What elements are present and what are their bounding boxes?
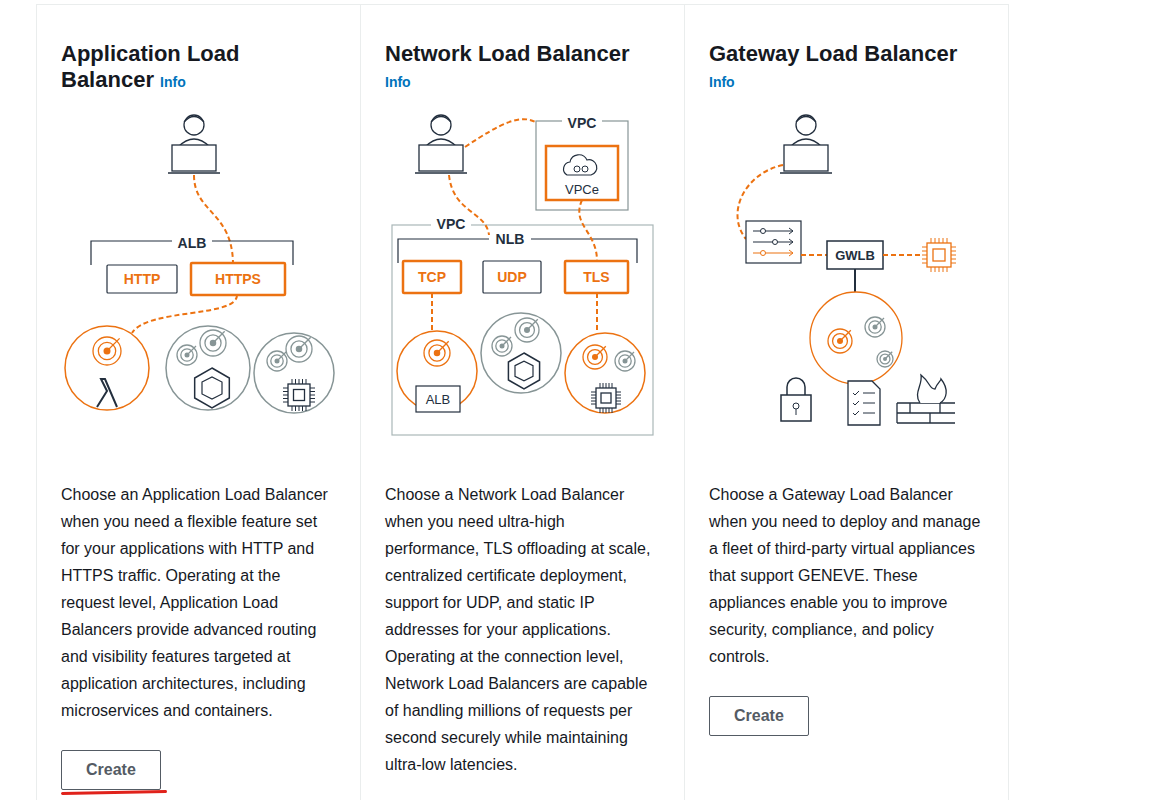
page: Application Load Balancer Info ALB HTTP HTT…	[0, 0, 1152, 800]
target-icon	[177, 345, 197, 365]
svg-text:TLS: TLS	[583, 269, 609, 285]
target-icon	[492, 336, 512, 356]
red-underline-mark	[61, 790, 167, 795]
gwlb-diagram: GWLB	[685, 103, 1009, 443]
create-button[interactable]: Create	[709, 696, 809, 736]
target-icon	[828, 329, 852, 353]
group-label: ALB	[172, 234, 212, 251]
listener-box: TCP	[403, 261, 461, 293]
user-icon	[168, 115, 220, 173]
svg-text:NLB: NLB	[496, 231, 525, 247]
target-icon	[93, 337, 121, 365]
target-icon	[865, 317, 885, 337]
svg-text:VPC: VPC	[437, 216, 466, 232]
svg-text:UDP: UDP	[497, 269, 527, 285]
target-alb-box: ALB	[416, 386, 460, 412]
nlb-diagram: VPC VPCe VPC NLB TCP UDP TLS ALB	[361, 103, 685, 443]
chip-icon	[591, 383, 621, 413]
load-balancer-card: Network Load Balancer Info VPC VPCe VPC NLB T…	[361, 5, 685, 800]
alb-diagram: ALB HTTP HTTPS	[37, 103, 361, 443]
card-description: Choose a Network Load Balancer when you …	[385, 481, 661, 778]
card-row: Application Load Balancer Info ALB HTTP HTT…	[36, 4, 1009, 800]
listener-box: TLS	[565, 261, 628, 293]
listener-box: HTTPS	[191, 263, 285, 295]
target-icon	[877, 351, 893, 367]
svg-text:HTTPS: HTTPS	[215, 271, 261, 287]
gwlb-box: GWLB	[827, 241, 883, 269]
card-description: Choose an Application Load Balancer when…	[61, 481, 337, 724]
chip-icon	[922, 238, 956, 272]
target-icon	[267, 351, 287, 371]
group-label: NLB	[489, 230, 531, 247]
target-icon	[200, 330, 226, 356]
svg-text:TCP: TCP	[418, 269, 446, 285]
card-description: Choose a Gateway Load Balancer when you …	[709, 481, 985, 670]
info-link[interactable]: Info	[385, 74, 411, 90]
svg-text:VPCe: VPCe	[565, 182, 599, 197]
info-link[interactable]: Info	[160, 74, 186, 90]
cloud-icon	[564, 155, 597, 175]
chip-icon	[283, 379, 315, 411]
svg-text:GWLB: GWLB	[835, 248, 875, 263]
lambda-icon	[97, 379, 117, 407]
svg-text:ALB: ALB	[426, 392, 451, 407]
target-icon	[286, 336, 312, 362]
firewall-icon	[897, 375, 955, 423]
svg-text:HTTP: HTTP	[124, 271, 161, 287]
card-title: Network Load Balancer Info	[385, 41, 661, 95]
card-title: Application Load Balancer Info	[61, 41, 337, 95]
svg-text:VPC: VPC	[568, 115, 597, 131]
user-icon	[415, 115, 467, 173]
router-icon	[746, 221, 801, 263]
target-icon	[615, 351, 635, 371]
svg-text:ALB: ALB	[178, 235, 207, 251]
info-link[interactable]: Info	[709, 74, 735, 90]
listener-box: HTTP	[107, 265, 177, 293]
load-balancer-card: Application Load Balancer Info ALB HTTP HTT…	[37, 5, 361, 800]
checklist-icon	[848, 381, 880, 425]
create-button[interactable]: Create	[61, 750, 161, 790]
user-icon	[780, 115, 832, 173]
target-icon	[583, 345, 607, 369]
target-icon	[515, 318, 539, 342]
group-label: VPC	[562, 114, 602, 131]
load-balancer-card: Gateway Load Balancer Info GWLB Choose a G…	[685, 5, 1009, 800]
listener-box: UDP	[483, 261, 541, 293]
group-label: VPC	[431, 215, 471, 232]
container-icon	[508, 353, 539, 389]
target-icon	[424, 340, 450, 366]
lock-icon	[781, 378, 811, 421]
container-icon	[195, 368, 230, 408]
card-title: Gateway Load Balancer Info	[709, 41, 985, 95]
